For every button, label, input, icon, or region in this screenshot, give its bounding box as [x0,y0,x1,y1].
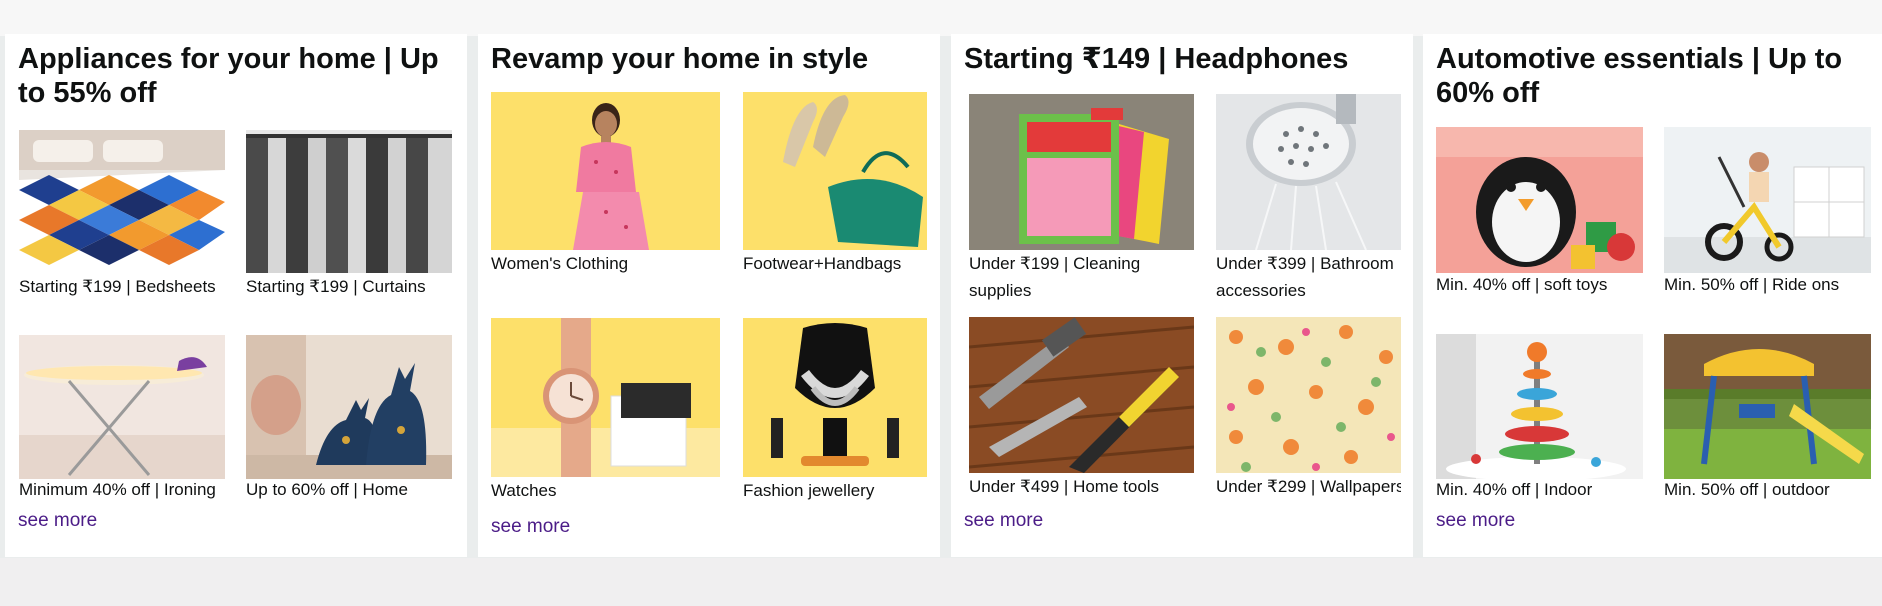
womens-clothing-image [491,92,720,250]
tile-caption: Starting ₹199 | Curtains [246,277,426,296]
cleaning-supplies-image [969,94,1194,250]
card-title: Revamp your home in style [491,43,869,75]
card-title: Automotive essentials | Up to 60% off [1436,43,1843,109]
bathroom-accessories-image [1216,94,1401,250]
tile-ride-ons[interactable]: Min. 50% off | Ride ons [1664,127,1871,297]
ironing-board-image [19,335,225,479]
watches-image [491,318,720,477]
tile-caption: Min. 50% off | outdoor [1664,480,1830,499]
tile-bedsheets[interactable]: Starting ₹199 | Bedsheets [19,130,225,300]
tile-fashion-jewellery[interactable]: Fashion jewellery [743,318,927,508]
tile-caption: Women's Clothing [491,254,629,273]
tile-footwear-handbags[interactable]: Footwear+Handbags [743,92,927,282]
card-title: Appliances for your home | Up to 55% off [18,43,439,109]
tile-home-decor[interactable]: Up to 60% off | Home [246,335,452,500]
soft-toys-image [1436,127,1643,273]
tile-home-tools[interactable]: Under ₹499 | Home tools [969,317,1194,497]
see-more-link[interactable]: see more [491,516,570,538]
ride-ons-image [1664,127,1871,273]
home-tools-image [969,317,1194,473]
tile-caption: Under ₹499 | Home tools [969,477,1160,496]
footwear-handbags-image [743,92,927,250]
page-top-strip [0,0,1882,36]
indoor-toys-image [1436,334,1643,479]
tile-caption: Min. 50% off | Ride ons [1664,275,1840,294]
curtains-image [246,130,452,273]
tile-soft-toys[interactable]: Min. 40% off | soft toys [1436,127,1643,297]
tile-womens-clothing[interactable]: Women's Clothing [491,92,720,282]
fashion-jewellery-image [743,318,927,477]
tile-bathroom-accessories[interactable]: Under ₹399 | Bathroom accessories [1216,94,1401,304]
tile-caption: Minimum 40% off | Ironing [19,480,216,499]
tile-indoor[interactable]: Min. 40% off | Indoor [1436,334,1643,499]
tile-outdoor[interactable]: Min. 50% off | outdoor [1664,334,1871,499]
outdoor-toys-image [1664,334,1871,479]
see-more-link[interactable]: see more [18,510,97,532]
tile-caption: Under ₹199 | Cleaning supplies [969,254,1141,300]
see-more-link[interactable]: see more [1436,510,1515,532]
home-decor-image [246,335,452,479]
card-title: Starting ₹149 | Headphones [964,43,1349,75]
wallpapers-image [1216,317,1401,473]
bedsheets-image [19,130,225,273]
see-more-link[interactable]: see more [964,510,1043,532]
card-automotive: Automotive essentials | Up to 60% off Mi… [1423,34,1882,557]
tile-watches[interactable]: Watches [491,318,720,508]
tile-caption: Fashion jewellery [743,481,875,500]
tile-caption: Min. 40% off | soft toys [1436,275,1608,294]
tile-caption: Under ₹399 | Bathroom accessories [1216,254,1394,300]
tile-caption: Footwear+Handbags [743,254,902,273]
page-bottom-strip [0,558,1882,606]
tile-caption: Min. 40% off | Indoor [1436,480,1593,499]
tile-wallpapers[interactable]: Under ₹299 | Wallpapers [1216,317,1401,497]
card-home-appliances: Appliances for your home | Up to 55% off [5,34,467,557]
tile-ironing[interactable]: Minimum 40% off | Ironing [19,335,225,500]
tile-cleaning-supplies[interactable]: Under ₹199 | Cleaning supplies [969,94,1194,304]
tile-curtains[interactable]: Starting ₹199 | Curtains [246,130,452,300]
tile-caption: Under ₹299 | Wallpapers [1216,477,1401,496]
tile-caption: Watches [491,481,557,500]
card-revamp-home: Revamp your home in style Women's Clothi… [478,34,940,557]
tile-caption: Up to 60% off | Home [246,480,408,499]
card-headphones: Starting ₹149 | Headphones Under ₹199 | … [951,34,1413,557]
tile-caption: Starting ₹199 | Bedsheets [19,277,216,296]
